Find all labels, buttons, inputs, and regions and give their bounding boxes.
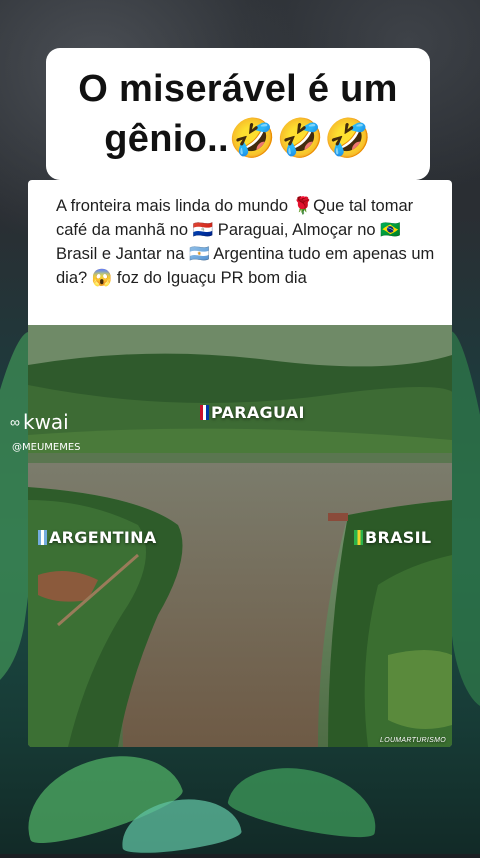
brasil-flag-icon: [354, 530, 363, 545]
meme-title: O miserável é um gênio..🤣🤣🤣: [46, 48, 430, 180]
post-caption: A fronteira mais linda do mundo 🌹Que tal…: [56, 197, 435, 287]
title-line-1: O miserável é um: [78, 68, 398, 110]
label-argentina-text: ARGENTINA: [49, 528, 157, 547]
label-brasil: BRASIL: [354, 528, 431, 547]
paraguai-flag-icon: [200, 405, 209, 420]
label-paraguai: PARAGUAI: [200, 403, 305, 422]
kwai-app-name: kwai: [22, 410, 69, 434]
kwai-watermark: ∞ kwai: [10, 410, 69, 434]
aerial-photo: PARAGUAI ARGENTINA BRASIL LOUMARTURISMO: [28, 325, 452, 747]
photo-credit: LOUMARTURISMO: [380, 737, 446, 744]
argentina-flag-icon: [38, 530, 47, 545]
kwai-logo-icon: ∞: [10, 414, 20, 430]
title-line-2: gênio..🤣🤣🤣: [104, 118, 372, 160]
label-paraguai-text: PARAGUAI: [211, 403, 305, 422]
label-brasil-text: BRASIL: [365, 528, 432, 547]
label-argentina: ARGENTINA: [38, 528, 157, 547]
post-card: A fronteira mais linda do mundo 🌹Que tal…: [28, 180, 452, 747]
kwai-handle: @MEUMEMES: [12, 442, 81, 453]
